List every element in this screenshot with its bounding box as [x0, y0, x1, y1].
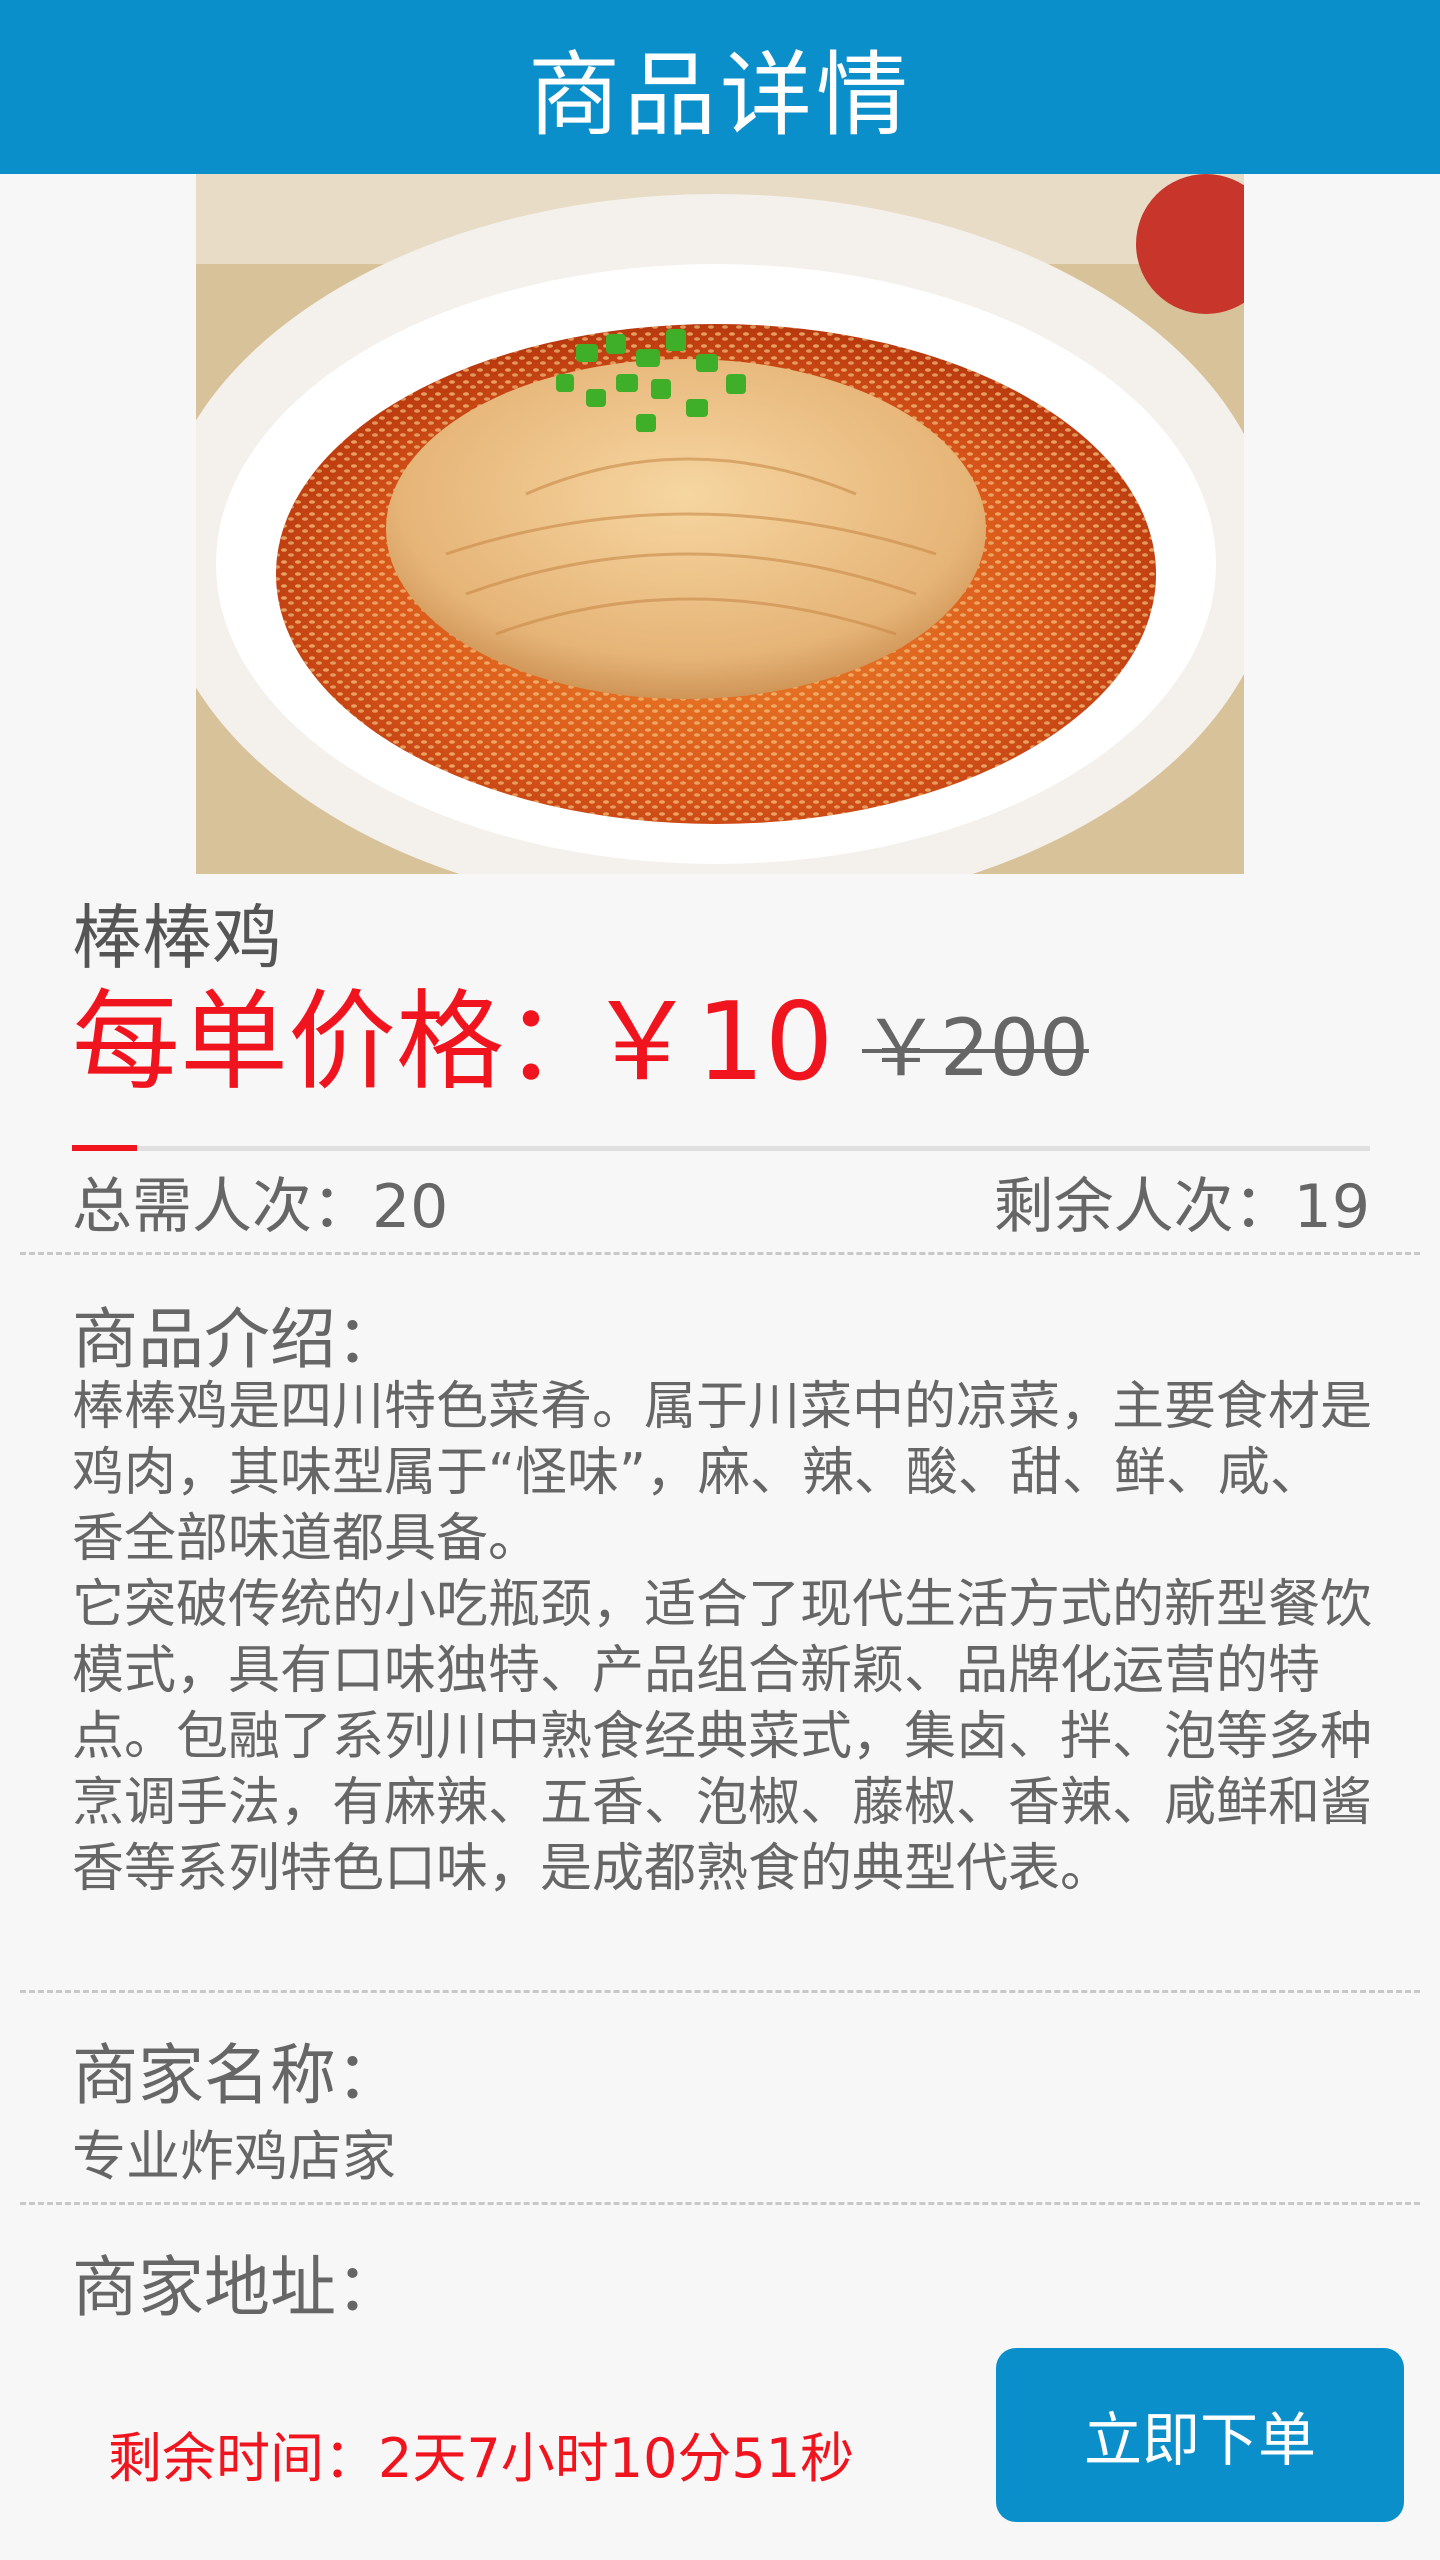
- divider: [20, 1990, 1420, 1993]
- price-current: ￥10: [588, 980, 834, 1105]
- price-label: 每单价格：: [72, 980, 613, 1105]
- order-now-button[interactable]: 立即下单: [996, 2348, 1404, 2522]
- merchant-name: 专业炸鸡店家: [72, 2125, 396, 2188]
- intro-paragraph-1: 棒棒鸡是四川特色菜肴。属于川菜中的凉菜，主要食材是鸡肉，其味型属于“怪味”，麻、…: [72, 1377, 1373, 1569]
- divider: [20, 1252, 1420, 1255]
- progress-bar: [72, 1145, 1370, 1151]
- bottom-bar: 剩余时间：2天7小时10分51秒 立即下单: [0, 2330, 1440, 2560]
- merchant-address-title: 商家地址：: [72, 2249, 402, 2326]
- product-name: 棒棒鸡: [72, 897, 282, 979]
- intro-title: 商品介绍：: [72, 1301, 402, 1378]
- countdown-timer: 剩余时间：2天7小时10分51秒: [108, 2427, 855, 2490]
- merchant-name-title: 商家名称：: [72, 2037, 402, 2114]
- page-title: 商品详情: [527, 41, 912, 149]
- product-detail-page: 商品详情 棒棒鸡 每单价格： ￥10 ￥200 总需人次：20 剩余人次：19 …: [0, 0, 1440, 2560]
- progress-fill: [72, 1145, 137, 1151]
- total-count: 总需人次：20: [72, 1172, 449, 1242]
- intro-description: 棒棒鸡是四川特色菜肴。属于川菜中的凉菜，主要食材是鸡肉，其味型属于“怪味”，麻、…: [72, 1374, 1372, 1902]
- remaining-count: 剩余人次：19: [993, 1172, 1370, 1242]
- dish-illustration: [196, 174, 1244, 874]
- price-original: ￥200: [862, 1004, 1089, 1094]
- product-image: [196, 174, 1244, 874]
- divider: [20, 2202, 1420, 2205]
- intro-paragraph-2: 它突破传统的小吃瓶颈，适合了现代生活方式的新型餐饮模式，具有口味独特、产品组合新…: [72, 1575, 1373, 1899]
- app-header: 商品详情: [0, 0, 1440, 174]
- stats-row: 总需人次：20 剩余人次：19: [72, 1158, 1370, 1242]
